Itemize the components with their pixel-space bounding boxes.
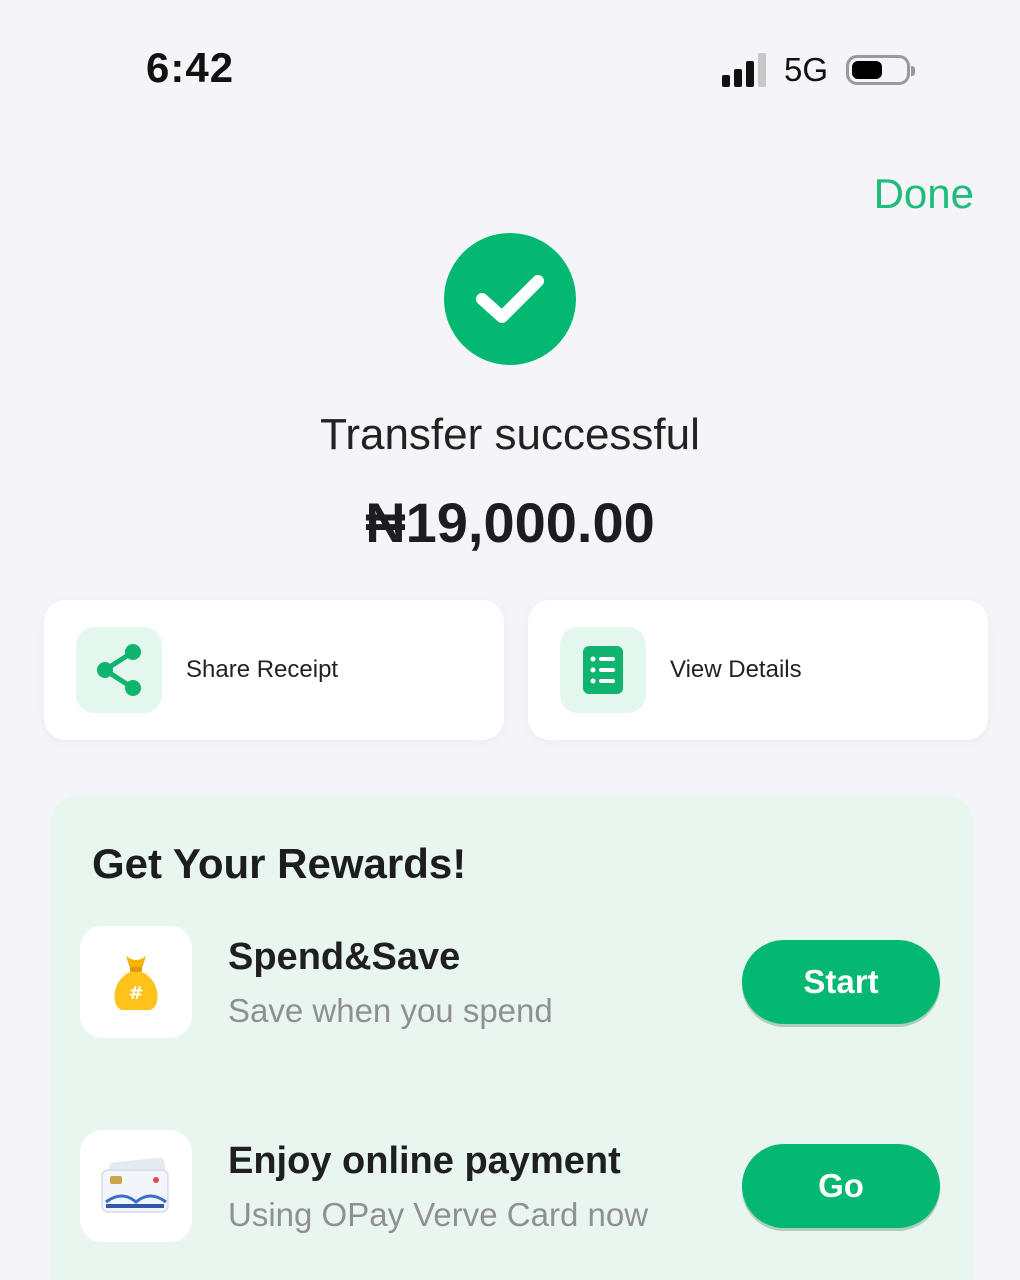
transfer-amount: ₦19,000.00 bbox=[365, 491, 655, 554]
reward-description: Using OPay Verve Card now bbox=[228, 1196, 649, 1233]
view-details-label: View Details bbox=[670, 656, 802, 683]
done-button[interactable]: Done bbox=[874, 170, 974, 218]
reward-name: Enjoy online payment bbox=[228, 1140, 621, 1182]
money-bag-icon: # bbox=[80, 926, 192, 1038]
reward-name: Spend&Save bbox=[228, 936, 461, 978]
network-type: 5G bbox=[784, 51, 829, 88]
reward-item-spend-save: # Spend&Save Save when you spend Start bbox=[50, 926, 974, 1046]
start-button[interactable]: Start bbox=[742, 940, 940, 1024]
result-title: Transfer successful bbox=[320, 410, 700, 459]
view-details-button[interactable]: View Details bbox=[528, 600, 988, 740]
share-receipt-button[interactable]: Share Receipt bbox=[44, 600, 504, 740]
rewards-title: Get Your Rewards! bbox=[92, 840, 467, 887]
share-receipt-label: Share Receipt bbox=[186, 656, 339, 683]
document-list-icon bbox=[560, 627, 646, 713]
status-time: 6:42 bbox=[146, 44, 235, 91]
go-button[interactable]: Go bbox=[742, 1144, 940, 1228]
battery-icon bbox=[846, 55, 916, 85]
share-icon bbox=[76, 627, 162, 713]
svg-text:#: # bbox=[128, 983, 143, 1004]
check-circle-icon bbox=[444, 233, 576, 365]
reward-item-online-payment: Enjoy online payment Using OPay Verve Ca… bbox=[50, 1130, 974, 1250]
status-indicators: 5G bbox=[722, 50, 916, 90]
transfer-success-screen: 6:42 5G Done Transfer successful ₦19,000… bbox=[0, 0, 1020, 1280]
cellular-signal-icon bbox=[722, 53, 766, 87]
verve-card-icon bbox=[80, 1130, 192, 1242]
reward-description: Save when you spend bbox=[228, 992, 553, 1029]
rewards-panel: Get Your Rewards! # Spend&Save Save when… bbox=[50, 796, 974, 1280]
